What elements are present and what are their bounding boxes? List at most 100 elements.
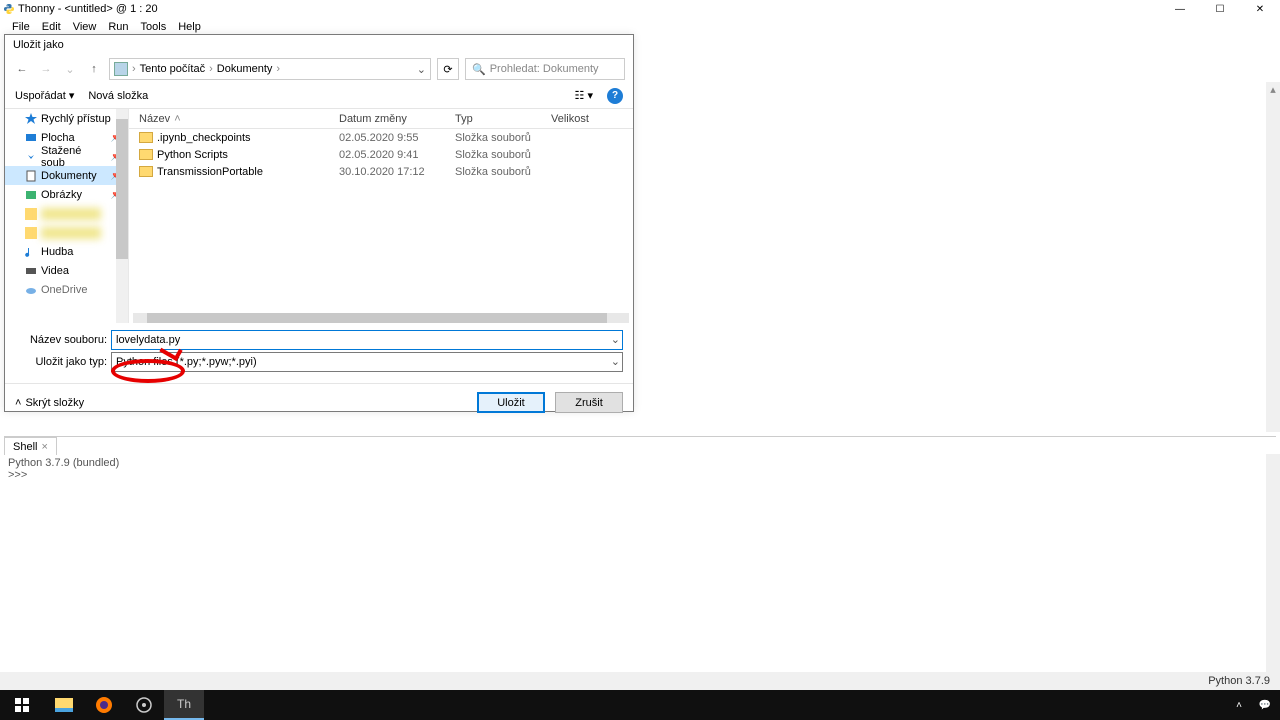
filename-label: Název souboru:: [15, 334, 111, 346]
saveastype-label: Uložit jako typ:: [15, 356, 111, 368]
folder-icon: [139, 166, 153, 177]
taskbar-obs[interactable]: [124, 690, 164, 720]
forward-button[interactable]: →: [37, 60, 55, 78]
save-button[interactable]: Uložit: [477, 392, 545, 413]
filename-row: Název souboru: lovelydata.py ⌄: [15, 329, 623, 350]
document-icon: [25, 170, 37, 182]
desktop-icon: [25, 132, 37, 144]
pc-icon: [114, 62, 128, 76]
shell-line: Python 3.7.9 (bundled): [8, 457, 1272, 469]
folder-icon: [139, 149, 153, 160]
menu-run[interactable]: Run: [102, 21, 134, 33]
table-row[interactable]: .ipynb_checkpoints 02.05.2020 9:55 Složk…: [129, 129, 633, 146]
editor-scrollbar[interactable]: ▴: [1266, 82, 1280, 432]
breadcrumb-folder[interactable]: Dokumenty: [217, 63, 273, 75]
firefox-icon: [95, 696, 113, 714]
folder-icon: [55, 698, 73, 712]
music-icon: [25, 246, 37, 258]
download-icon: [25, 151, 37, 163]
folder-icon: [139, 132, 153, 143]
systray: ˄ 💬: [1230, 696, 1280, 714]
search-placeholder: Prohledat: Dokumenty: [490, 63, 599, 75]
nav-pictures[interactable]: Obrázky 📌: [5, 185, 128, 204]
menu-tools[interactable]: Tools: [135, 21, 173, 33]
nav-downloads[interactable]: Stažené soub 📌: [5, 147, 128, 166]
save-dialog: Uložit jako ← → ⌄ ↑ › Tento počítač › Do…: [4, 34, 634, 412]
recent-dropdown[interactable]: ⌄: [61, 60, 79, 78]
filename-input[interactable]: lovelydata.py ⌄: [111, 330, 623, 350]
systray-chevron-icon[interactable]: ˄: [1230, 696, 1248, 714]
nav-music[interactable]: Hudba: [5, 242, 128, 261]
file-list: Název ˄ Datum změny Typ Velikost .ipynb_…: [129, 109, 633, 323]
search-input[interactable]: 🔍 Prohledat: Dokumenty: [465, 58, 625, 80]
window-title: Thonny - <untitled> @ 1 : 20: [18, 3, 1276, 15]
shell-prompt: >>>: [8, 469, 1272, 481]
saveastype-dropdown[interactable]: Python files (*.py;*.pyw;*.pyi) ⌄: [111, 352, 623, 372]
nav-quick-access[interactable]: Rychlý přístup: [5, 109, 128, 128]
nav-scrollbar[interactable]: [116, 109, 128, 323]
nav-item-blurred[interactable]: [5, 204, 128, 223]
close-button[interactable]: ✕: [1240, 0, 1280, 18]
windows-icon: [15, 698, 29, 712]
python-icon: [4, 4, 14, 14]
col-name[interactable]: Název ˄: [129, 113, 339, 125]
menu-help[interactable]: Help: [172, 21, 207, 33]
taskbar: Th ˄ 💬: [0, 690, 1280, 720]
back-button[interactable]: ←: [13, 60, 31, 78]
shell-tab[interactable]: Shell ×: [4, 437, 57, 455]
chevron-up-icon: ˄: [15, 397, 21, 409]
dialog-nav: ← → ⌄ ↑ › Tento počítač › Dokumenty › ⌄ …: [5, 55, 633, 83]
nav-onedrive[interactable]: OneDrive: [5, 280, 128, 299]
shell-panel: Shell × Python 3.7.9 (bundled) >>>: [4, 436, 1276, 686]
breadcrumb[interactable]: › Tento počítač › Dokumenty › ⌄: [109, 58, 431, 80]
table-row[interactable]: TransmissionPortable 30.10.2020 17:12 Sl…: [129, 163, 633, 180]
breadcrumb-root[interactable]: Tento počítač: [140, 63, 205, 75]
refresh-button[interactable]: ⟳: [437, 58, 459, 80]
taskbar-firefox[interactable]: [84, 690, 124, 720]
nav-videos[interactable]: Videa: [5, 261, 128, 280]
help-icon[interactable]: ?: [607, 88, 623, 104]
search-icon: 🔍: [472, 63, 486, 76]
nav-documents[interactable]: Dokumenty 📌: [5, 166, 128, 185]
folder-icon: [25, 227, 37, 239]
taskbar-explorer[interactable]: [44, 690, 84, 720]
col-size[interactable]: Velikost: [551, 113, 611, 125]
chevron-down-icon[interactable]: ⌄: [611, 355, 620, 368]
cancel-button[interactable]: Zrušit: [555, 392, 623, 413]
view-mode-dropdown[interactable]: ☷ ▾: [575, 89, 593, 102]
organize-dropdown[interactable]: Uspořádat ▾: [15, 89, 74, 102]
window-controls: — ☐ ✕: [1160, 0, 1280, 18]
menu-file[interactable]: File: [6, 21, 36, 33]
titlebar: Thonny - <untitled> @ 1 : 20: [0, 0, 1280, 18]
systray-notification-icon[interactable]: 💬: [1256, 696, 1274, 714]
picture-icon: [25, 189, 37, 201]
file-hscroll[interactable]: [133, 313, 629, 323]
star-icon: [25, 113, 37, 125]
menu-view[interactable]: View: [67, 21, 103, 33]
col-date[interactable]: Datum změny: [339, 113, 455, 125]
nav-pane: Rychlý přístup Plocha 📌 Stažené soub 📌 D…: [5, 109, 129, 323]
thonny-icon: Th: [177, 697, 191, 711]
taskbar-thonny[interactable]: Th: [164, 690, 204, 720]
up-button[interactable]: ↑: [85, 60, 103, 78]
new-folder-button[interactable]: Nová složka: [88, 90, 148, 102]
menu-edit[interactable]: Edit: [36, 21, 67, 33]
folder-icon: [25, 208, 37, 220]
saveastype-row: Uložit jako typ: Python files (*.py;*.py…: [15, 351, 623, 372]
start-button[interactable]: [0, 690, 44, 720]
obs-icon: [135, 696, 153, 714]
breadcrumb-dropdown-icon[interactable]: ⌄: [417, 63, 426, 76]
dialog-fields: Název souboru: lovelydata.py ⌄ Uložit ja…: [5, 323, 633, 379]
hide-folders-toggle[interactable]: ˄ Skrýt složky: [15, 397, 84, 409]
shell-output[interactable]: Python 3.7.9 (bundled) >>>: [4, 455, 1276, 483]
column-headers: Název ˄ Datum změny Typ Velikost: [129, 109, 633, 129]
maximize-button[interactable]: ☐: [1200, 0, 1240, 18]
minimize-button[interactable]: —: [1160, 0, 1200, 18]
dialog-footer: ˄ Skrýt složky Uložit Zrušit: [5, 383, 633, 421]
nav-item-blurred[interactable]: [5, 223, 128, 242]
col-type[interactable]: Typ: [455, 113, 551, 125]
cloud-icon: [25, 284, 37, 296]
chevron-down-icon[interactable]: ⌄: [611, 333, 620, 346]
table-row[interactable]: Python Scripts 02.05.2020 9:41 Složka so…: [129, 146, 633, 163]
dialog-title: Uložit jako: [5, 35, 633, 55]
